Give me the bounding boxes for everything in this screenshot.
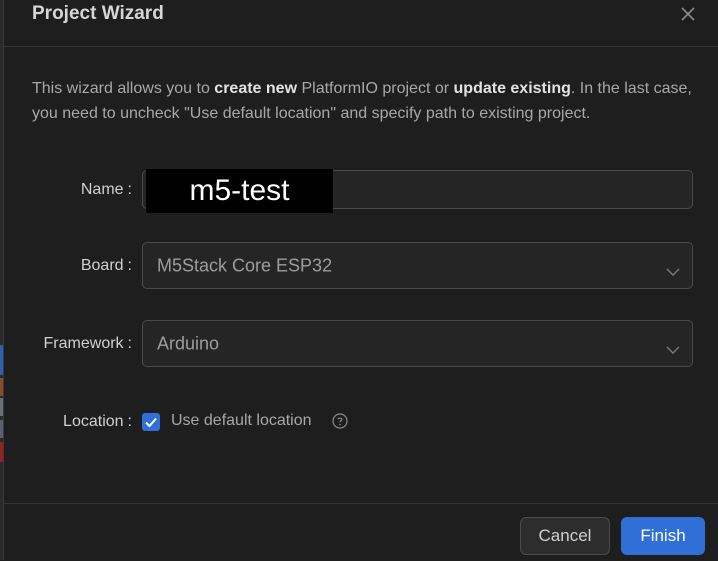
intro-text: PlatformIO project or [297,80,454,97]
board-label: Board: [4,257,132,275]
framework-select-value: Arduino [157,333,220,353]
board-select[interactable]: M5Stack Core ESP32 [142,242,693,289]
close-icon[interactable] [678,4,698,24]
location-label-text: Location [63,413,124,430]
intro-bold-create: create new [214,80,298,97]
framework-label: Framework: [4,335,132,353]
cancel-button[interactable]: Cancel [520,517,610,555]
dialog-footer: Cancel Finish [4,503,718,561]
check-icon [145,417,157,428]
wizard-description: This wizard allows you to create new Pla… [32,76,692,126]
chevron-down-icon [666,339,680,354]
name-input[interactable]: m5-test [142,169,693,213]
name-label: Name: [4,181,132,199]
label-colon: : [127,413,132,430]
board-label-text: Board [80,257,124,274]
chevron-down-icon [666,261,680,276]
project-wizard-dialog: Project Wizard This wizard allows you to… [3,0,718,560]
dialog-header: Project Wizard [4,0,718,47]
intro-text: This wizard allows you to [32,80,215,97]
framework-select[interactable]: Arduino [142,320,693,367]
board-select-value: M5Stack Core ESP32 [157,255,333,275]
location-label: Location: [4,413,132,431]
label-colon: : [127,257,132,274]
help-circle-icon[interactable] [332,413,348,429]
finish-button[interactable]: Finish [621,517,705,555]
use-default-location-checkbox[interactable] [142,413,160,431]
name-input-value: m5-test [146,169,333,213]
dialog-title: Project Wizard [32,3,164,24]
framework-label-text: Framework [43,335,124,352]
use-default-location-label[interactable]: Use default location [171,412,312,430]
label-colon: : [127,181,132,198]
name-label-text: Name [80,181,124,198]
intro-bold-update: update existing [453,80,571,97]
label-colon: : [127,335,132,352]
